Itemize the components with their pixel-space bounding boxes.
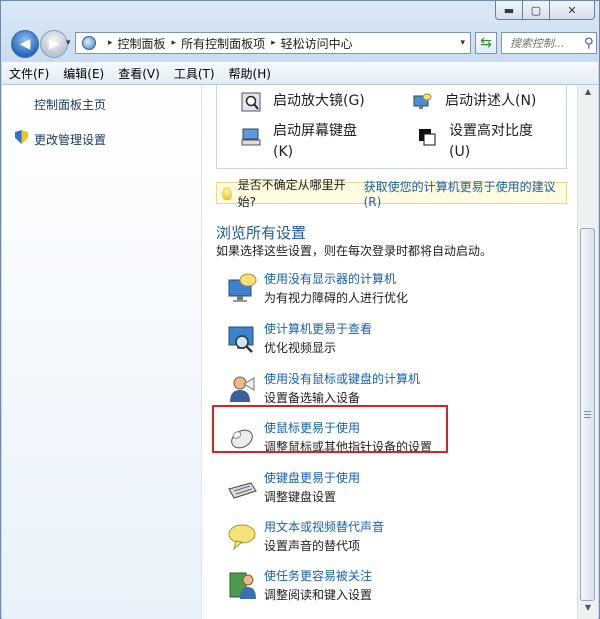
refresh-button[interactable]: ⇆	[475, 32, 497, 54]
tip-question: 是否不确定从哪里开始?	[237, 178, 346, 209]
control-panel-window: ▬ ▢ ✕ ◀ ▶ ▾ ▸ 控制面板 ▸ 所有控制面板项 ▸ 轻松访问中心 ▾ …	[0, 0, 600, 619]
menu-help[interactable]: 帮助(H)	[222, 65, 278, 82]
navigation-bar: ◀ ▶ ▾ ▸ 控制面板 ▸ 所有控制面板项 ▸ 轻松访问中心 ▾ ⇆ ⚲	[7, 29, 597, 61]
setting-easier-to-see[interactable]: 使计算机更易于查看 优化视频显示	[216, 320, 566, 362]
breadcrumb-all-items[interactable]: 所有控制面板项	[181, 35, 265, 52]
setting-keyboard-easier[interactable]: 使键盘更易于使用 调整键盘设置	[216, 469, 566, 511]
breadcrumb-separator[interactable]: ▸	[108, 38, 113, 48]
scroll-up-arrow[interactable]: ▲	[581, 87, 595, 101]
breadcrumb-separator[interactable]: ▸	[172, 38, 177, 48]
setting-use-without-display[interactable]: 使用没有显示器的计算机 为有视力障碍的人进行优化	[216, 270, 566, 312]
change-admin-settings-link[interactable]: 更改管理设置	[34, 131, 106, 148]
start-onscreen-keyboard-link[interactable]: 启动屏幕键盘 (K)	[273, 121, 357, 163]
recent-pages-dropdown[interactable]: ▾	[66, 38, 71, 48]
setting-description: 调整键盘设置	[264, 490, 337, 504]
onscreen-keyboard-label: 启动屏幕键盘	[273, 123, 357, 139]
setting-title[interactable]: 使任务更容易被关注	[264, 567, 372, 584]
browse-settings-heading: 浏览所有设置	[216, 224, 307, 242]
highlight-box	[212, 405, 448, 453]
setting-title[interactable]: 使计算机更易于查看	[264, 320, 372, 337]
close-button[interactable]: ✕	[550, 1, 595, 20]
browse-settings-description: 如果选择这些设置，则在每次登录时都将自动启动。	[216, 244, 493, 258]
set-high-contrast-link[interactable]: 设置高对比度 (U)	[449, 121, 533, 163]
address-bar[interactable]: ▸ 控制面板 ▸ 所有控制面板项 ▸ 轻松访问中心 ▾	[75, 32, 471, 54]
lightbulb-icon	[222, 186, 232, 200]
uac-shield-icon	[15, 130, 28, 144]
quick-access-panel: 启动放大镜(G) 启动讲述人(N) 启动屏幕键盘 (K) 设置高对比度 (U)	[216, 85, 567, 169]
person-speech-icon	[230, 376, 255, 402]
menu-file[interactable]: 文件(F)	[2, 65, 56, 82]
narrator-icon	[413, 93, 432, 109]
thumb-grip	[584, 417, 591, 418]
forward-button[interactable]: ▶	[40, 30, 68, 58]
search-icon[interactable]: ⚲	[584, 36, 594, 51]
vertical-scrollbar[interactable]: ▲ ▼	[577, 85, 598, 619]
onscreen-keyboard-icon	[241, 128, 261, 146]
caption-buttons: ▬ ▢ ✕	[495, 1, 595, 21]
onscreen-keyboard-shortcut: (K)	[273, 144, 294, 160]
reading-person-icon	[229, 572, 256, 599]
speech-bubble-icon	[228, 524, 256, 551]
get-recommendations-link[interactable]: 获取使您的计算机更易于使用的建议(R)	[364, 178, 566, 209]
magnifier-icon	[241, 92, 261, 112]
setting-title[interactable]: 使用没有鼠标或键盘的计算机	[264, 370, 420, 387]
monitor-speech-icon	[228, 273, 257, 302]
setting-title[interactable]: 使用没有显示器的计算机	[264, 270, 396, 287]
thumb-grip	[584, 411, 591, 412]
control-panel-icon	[82, 36, 96, 50]
breadcrumb-control-panel[interactable]: 控制面板	[118, 35, 166, 52]
scroll-thumb[interactable]	[580, 228, 595, 601]
setting-description: 为有视力障碍的人进行优化	[264, 291, 409, 305]
sidebar: 控制面板主页 更改管理设置	[2, 85, 202, 619]
high-contrast-shortcut: (U)	[449, 144, 471, 160]
thumb-grip	[584, 414, 591, 415]
scroll-down-arrow[interactable]: ▼	[581, 603, 595, 617]
menu-bar: 文件(F) 编辑(E) 查看(V) 工具(T) 帮助(H)	[2, 62, 598, 85]
start-magnifier-link[interactable]: 启动放大镜(G)	[273, 91, 365, 112]
address-dropdown-icon[interactable]: ▾	[460, 38, 465, 48]
search-box[interactable]: ⚲	[501, 32, 597, 54]
menu-tools[interactable]: 工具(T)	[167, 65, 222, 82]
maximize-button[interactable]: ▢	[523, 1, 550, 20]
high-contrast-icon	[419, 129, 436, 146]
tip-bar: 是否不确定从哪里开始? 获取使您的计算机更易于使用的建议(R)	[216, 178, 567, 209]
magnified-monitor-icon	[228, 326, 254, 353]
minimize-button[interactable]: ▬	[495, 1, 523, 20]
start-narrator-link[interactable]: 启动讲述人(N)	[445, 91, 536, 112]
setting-alternatives-for-sound[interactable]: 用文本或视频替代声音 设置声音的替代项	[216, 518, 566, 560]
menu-edit[interactable]: 编辑(E)	[56, 65, 111, 82]
setting-description: 设置备选输入设备	[264, 391, 361, 405]
high-contrast-label: 设置高对比度	[449, 123, 533, 139]
breadcrumb-separator[interactable]: ▸	[271, 38, 276, 48]
control-panel-home-link[interactable]: 控制面板主页	[34, 96, 106, 113]
setting-title[interactable]: 使键盘更易于使用	[264, 469, 360, 486]
setting-description: 调整阅读和键入设置	[264, 588, 373, 602]
menu-view[interactable]: 查看(V)	[111, 65, 167, 82]
setting-description: 优化视频显示	[264, 341, 337, 355]
keyboard-icon	[228, 482, 257, 499]
search-input[interactable]	[508, 35, 582, 51]
setting-title[interactable]: 用文本或视频替代声音	[264, 518, 384, 535]
back-button[interactable]: ◀	[11, 30, 39, 58]
setting-focus-on-tasks[interactable]: 使任务更容易被关注 调整阅读和键入设置	[216, 567, 566, 609]
breadcrumb-ease-of-access[interactable]: 轻松访问中心	[281, 35, 353, 52]
setting-description: 设置声音的替代项	[264, 539, 361, 553]
main-content: 启动放大镜(G) 启动讲述人(N) 启动屏幕键盘 (K) 设置高对比度 (U) …	[202, 85, 579, 619]
